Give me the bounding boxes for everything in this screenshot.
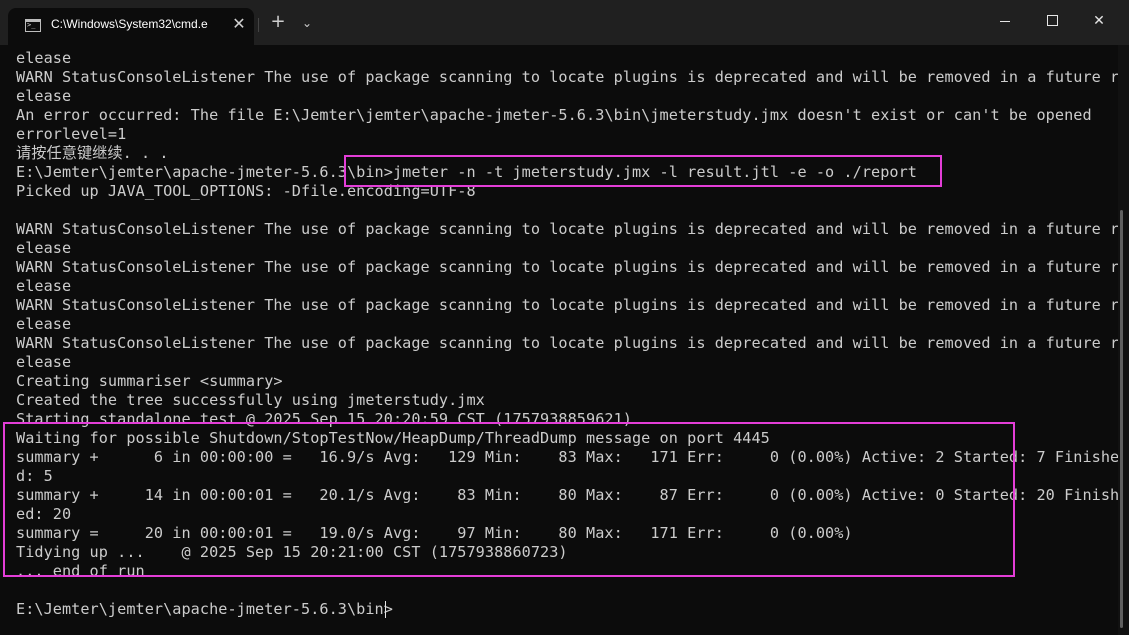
dropdown-chevron-icon[interactable]: ⌄ xyxy=(298,12,316,32)
minimize-icon xyxy=(1000,21,1010,22)
tab-title: C:\Windows\System32\cmd.e xyxy=(51,17,208,31)
terminal-line: WARN StatusConsoleListener The use of pa… xyxy=(16,258,1120,276)
close-button[interactable]: ✕ xyxy=(1076,0,1122,42)
terminal-line: Creating summariser <summary> xyxy=(16,372,283,390)
highlight-box-command xyxy=(344,155,942,187)
terminal-line: elease xyxy=(16,87,72,105)
tab-close-icon[interactable]: ✕ xyxy=(229,14,249,34)
terminal-line: elease xyxy=(16,49,72,67)
terminal-line: elease xyxy=(16,239,72,257)
new-tab-button[interactable]: + xyxy=(268,12,288,32)
tab-divider xyxy=(258,18,259,32)
terminal-line: WARN StatusConsoleListener The use of pa… xyxy=(16,296,1120,314)
minimize-button[interactable] xyxy=(982,0,1028,42)
terminal-line: An error occurred: The file E:\Jemter\je… xyxy=(16,106,1092,124)
terminal-line: WARN StatusConsoleListener The use of pa… xyxy=(16,220,1120,238)
terminal-line: WARN StatusConsoleListener The use of pa… xyxy=(16,334,1120,352)
maximize-button[interactable] xyxy=(1029,0,1075,42)
terminal-line: elease xyxy=(16,353,72,371)
terminal-line: E:\Jemter\jemter\apache-jmeter-5.6.3\bin… xyxy=(16,600,393,618)
tab-cmd[interactable]: C:\Windows\System32\cmd.e ✕ xyxy=(8,8,254,45)
scrollbar-thumb[interactable] xyxy=(1120,210,1123,628)
terminal-line: errorlevel=1 xyxy=(16,125,127,143)
highlight-box-summary xyxy=(3,422,1015,577)
terminal-line: 请按任意键继续. . . xyxy=(16,144,169,162)
cmd-icon xyxy=(25,19,41,32)
title-bar: C:\Windows\System32\cmd.e ✕ + ⌄ ✕ xyxy=(0,0,1129,45)
maximize-icon xyxy=(1047,15,1058,26)
terminal-line: elease xyxy=(16,315,72,333)
terminal-line: Created the tree successfully using jmet… xyxy=(16,391,485,409)
terminal-line: elease xyxy=(16,277,72,295)
terminal-line: WARN StatusConsoleListener The use of pa… xyxy=(16,68,1120,86)
text-cursor xyxy=(385,601,386,618)
